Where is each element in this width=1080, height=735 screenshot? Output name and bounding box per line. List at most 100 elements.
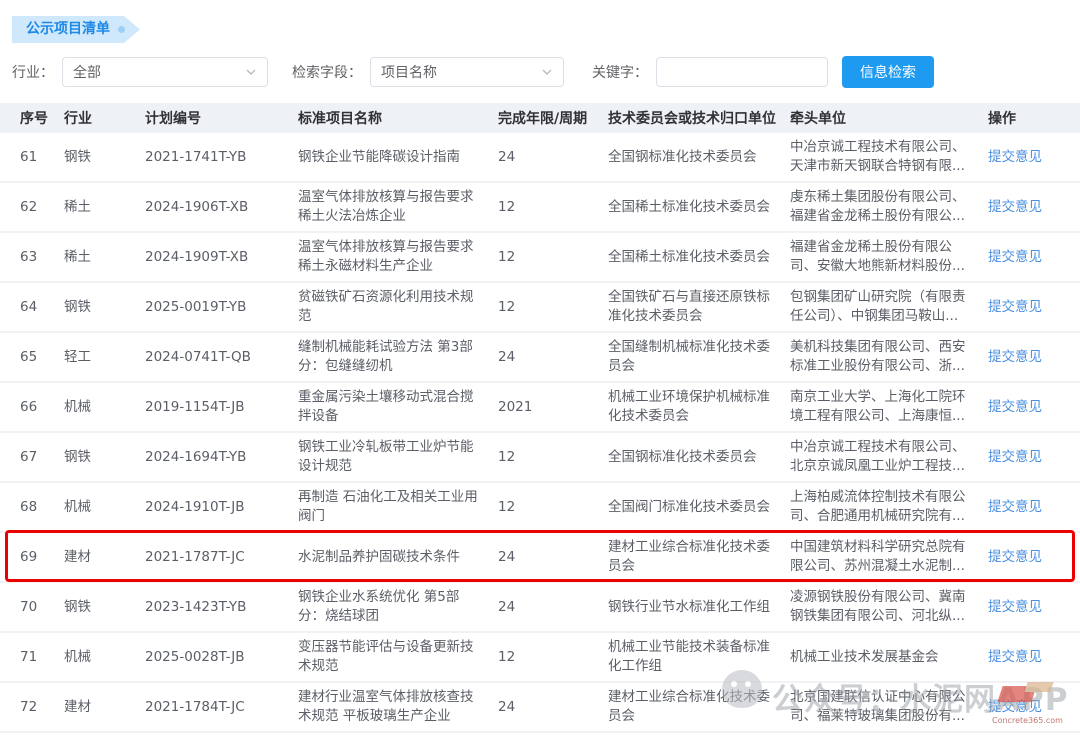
table-row: 63 稀土 2024-1909T-XB 温室气体排放核算与报告要求 稀土永磁材料… xyxy=(0,232,1080,282)
industry-select[interactable]: 全部 xyxy=(62,57,268,87)
cell-plan-number: 2023-1423T-YB xyxy=(145,582,298,632)
search-button[interactable]: 信息检索 xyxy=(842,56,934,88)
cell-lead-unit: 上海柏威流体控制技术有限公司、合肥通用机械研究院有... xyxy=(790,482,988,532)
submit-opinion-link[interactable]: 提交意见 xyxy=(988,399,1042,415)
cell-period: 24 xyxy=(498,582,608,632)
cell-lead-unit: 美机科技集团有限公司、西安标准工业股份有限公司、浙... xyxy=(790,332,988,382)
cell-project-name: 钢铁企业节能降碳设计指南 xyxy=(298,133,498,182)
cell-plan-number: 2021-1787T-JC xyxy=(145,532,298,582)
cell-industry: 钢铁 xyxy=(64,432,145,482)
cell-industry: 钢铁 xyxy=(64,133,145,182)
cell-period: 12 xyxy=(498,182,608,232)
page-title-tag: 公示项目清单 xyxy=(12,16,140,43)
cell-industry: 机械 xyxy=(64,482,145,532)
submit-opinion-link[interactable]: 提交意见 xyxy=(988,199,1042,215)
table-row: 69 建材 2021-1787T-JC 水泥制品养护固碳技术条件 24 建材工业… xyxy=(0,532,1080,582)
submit-opinion-link[interactable]: 提交意见 xyxy=(988,549,1042,565)
cell-lead-unit: 包钢集团矿山研究院（有限责任公司）、中钢集团马鞍山... xyxy=(790,282,988,332)
cell-lead-unit: 福建省金龙稀土股份有限公司、安徽大地熊新材料股份... xyxy=(790,232,988,282)
cell-no: 70 xyxy=(0,582,64,632)
cell-committee: 全国钢标准化技术委员会 xyxy=(608,432,790,482)
cell-lead-unit: 中冶京诚工程技术有限公司、天津市新天钢联合特钢有限... xyxy=(790,133,988,182)
chevron-down-icon xyxy=(541,66,553,78)
submit-opinion-link[interactable]: 提交意见 xyxy=(988,599,1042,615)
cell-committee: 全国阀门标准化技术委员会 xyxy=(608,482,790,532)
cell-lead-unit: 南京工业大学、上海化工院环境工程有限公司、上海康恒... xyxy=(790,382,988,432)
cell-committee: 全国钢标准化技术委员会 xyxy=(608,133,790,182)
submit-opinion-link[interactable]: 提交意见 xyxy=(988,499,1042,515)
submit-opinion-link[interactable]: 提交意见 xyxy=(988,299,1042,315)
cell-period: 12 xyxy=(498,432,608,482)
submit-opinion-link[interactable]: 提交意见 xyxy=(988,249,1042,265)
cell-industry: 轻工 xyxy=(64,332,145,382)
col-header-plan: 计划编号 xyxy=(145,103,298,133)
cell-period: 12 xyxy=(498,632,608,682)
cell-industry: 稀土 xyxy=(64,232,145,282)
search-field-label: 检索字段： xyxy=(292,62,362,82)
cell-plan-number: 2025-0028T-JB xyxy=(145,632,298,682)
industry-filter-label: 行业： xyxy=(12,62,54,82)
cell-committee: 钢铁行业节水标准化工作组 xyxy=(608,582,790,632)
table-row: 71 机械 2025-0028T-JB 变压器节能评估与设备更新技术规范 12 … xyxy=(0,632,1080,682)
col-header-lead: 牵头单位 xyxy=(790,103,988,133)
cell-plan-number: 2024-1910T-JB xyxy=(145,482,298,532)
table-row: 62 稀土 2024-1906T-XB 温室气体排放核算与报告要求 稀土火法冶炼… xyxy=(0,182,1080,232)
cell-no: 72 xyxy=(0,682,64,732)
cell-no: 66 xyxy=(0,382,64,432)
cell-project-name: 缝制机械能耗试验方法 第3部分：包缝缝纫机 xyxy=(298,332,498,382)
cell-no: 61 xyxy=(0,133,64,182)
submit-opinion-link[interactable]: 提交意见 xyxy=(988,349,1042,365)
table-header-row: 序号 行业 计划编号 标准项目名称 完成年限/周期 技术委员会或技术归口单位 牵… xyxy=(0,103,1080,133)
table-row: 64 钢铁 2025-0019T-YB 贫磁铁矿石资源化利用技术规范 12 全国… xyxy=(0,282,1080,332)
industry-select-value: 全部 xyxy=(73,62,101,82)
submit-opinion-link[interactable]: 提交意见 xyxy=(988,649,1042,665)
cell-period: 12 xyxy=(498,232,608,282)
cell-lead-unit: 北京国建联信认证中心有限公司、福莱特玻璃集团股份有... xyxy=(790,682,988,732)
submit-opinion-link[interactable]: 提交意见 xyxy=(988,149,1042,165)
cell-project-name: 水泥制品养护固碳技术条件 xyxy=(298,532,498,582)
submit-opinion-link[interactable]: 提交意见 xyxy=(988,449,1042,465)
cell-no: 69 xyxy=(0,532,64,582)
table-row: 70 钢铁 2023-1423T-YB 钢铁企业水系统优化 第5部分：烧结球团 … xyxy=(0,582,1080,632)
cell-period: 24 xyxy=(498,332,608,382)
cell-project-name: 钢铁企业水系统优化 第5部分：烧结球团 xyxy=(298,582,498,632)
cell-lead-unit: 中冶京诚工程技术有限公司、北京京诚凤凰工业炉工程技... xyxy=(790,432,988,482)
cell-period: 2021 xyxy=(498,382,608,432)
filter-bar: 行业： 全部 检索字段： 项目名称 关键字： 信息检索 xyxy=(12,56,934,88)
cell-committee: 全国缝制机械标准化技术委员会 xyxy=(608,332,790,382)
cell-plan-number: 2024-1909T-XB xyxy=(145,232,298,282)
keyword-label: 关键字： xyxy=(592,62,648,82)
cell-period: 12 xyxy=(498,282,608,332)
cell-industry: 钢铁 xyxy=(64,282,145,332)
cell-plan-number: 2024-1906T-XB xyxy=(145,182,298,232)
cell-no: 63 xyxy=(0,232,64,282)
cell-committee: 全国铁矿石与直接还原铁标准化技术委员会 xyxy=(608,282,790,332)
cell-lead-unit: 中国建筑材料科学研究总院有限公司、苏州混凝土水泥制... xyxy=(790,532,988,582)
cell-industry: 机械 xyxy=(64,632,145,682)
cell-period: 12 xyxy=(498,482,608,532)
cell-industry: 建材 xyxy=(64,532,145,582)
projects-table: 序号 行业 计划编号 标准项目名称 完成年限/周期 技术委员会或技术归口单位 牵… xyxy=(0,103,1080,733)
submit-opinion-link[interactable]: 提交意见 xyxy=(988,699,1042,715)
cell-industry: 钢铁 xyxy=(64,582,145,632)
cell-plan-number: 2025-0019T-YB xyxy=(145,282,298,332)
cell-plan-number: 2024-1694T-YB xyxy=(145,432,298,482)
search-field-select[interactable]: 项目名称 xyxy=(370,57,564,87)
cell-project-name: 温室气体排放核算与报告要求 稀土永磁材料生产企业 xyxy=(298,232,498,282)
cell-industry: 建材 xyxy=(64,682,145,732)
search-field-select-value: 项目名称 xyxy=(381,62,437,82)
cell-committee: 机械工业环境保护机械标准化技术委员会 xyxy=(608,382,790,432)
keyword-input[interactable] xyxy=(656,57,828,87)
cell-no: 68 xyxy=(0,482,64,532)
cell-committee: 建材工业综合标准化技术委员会 xyxy=(608,682,790,732)
col-header-committee: 技术委员会或技术归口单位 xyxy=(608,103,790,133)
table-row: 65 轻工 2024-0741T-QB 缝制机械能耗试验方法 第3部分：包缝缝纫… xyxy=(0,332,1080,382)
table-body: 61 钢铁 2021-1741T-YB 钢铁企业节能降碳设计指南 24 全国钢标… xyxy=(0,133,1080,732)
col-header-industry: 行业 xyxy=(64,103,145,133)
cell-project-name: 重金属污染土壤移动式混合搅拌设备 xyxy=(298,382,498,432)
cell-committee: 全国稀土标准化技术委员会 xyxy=(608,182,790,232)
table-row: 61 钢铁 2021-1741T-YB 钢铁企业节能降碳设计指南 24 全国钢标… xyxy=(0,133,1080,182)
page-title-tag-label: 公示项目清单 xyxy=(26,21,110,37)
col-header-name: 标准项目名称 xyxy=(298,103,498,133)
cell-no: 62 xyxy=(0,182,64,232)
